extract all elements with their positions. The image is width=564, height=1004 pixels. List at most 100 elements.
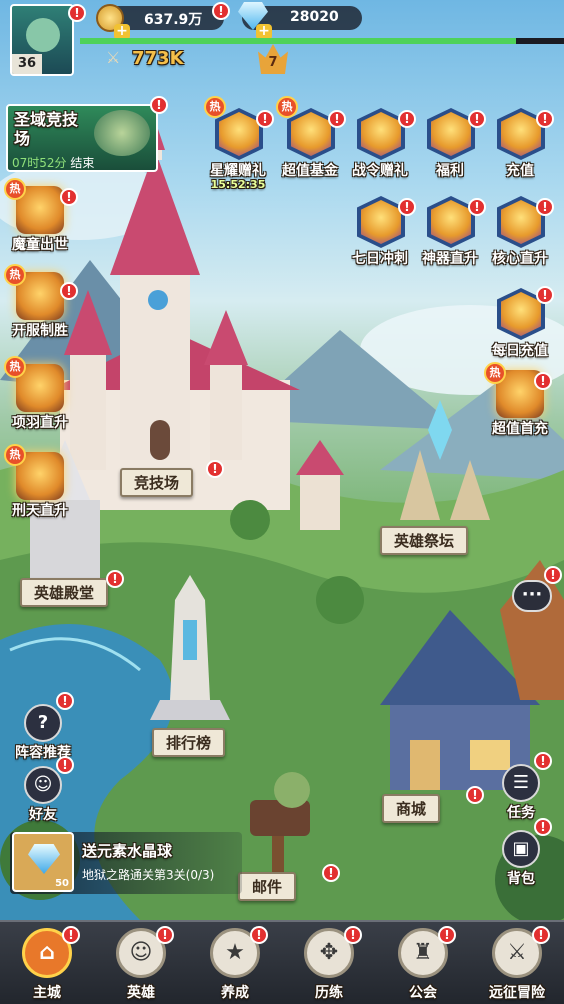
mail-alert-badge: ! [322, 864, 340, 882]
chat-alert-badge: ! [544, 566, 562, 584]
event-xingtian-up[interactable]: 热 刑天直升 [4, 444, 72, 524]
arena-countdown: 07时52分 结束 [12, 154, 94, 171]
alert-badge: ! [60, 188, 78, 206]
event-demon-child[interactable]: 热 ! 魔童出世 [4, 178, 78, 258]
tab-alert-badge: ! [156, 926, 174, 944]
building-arena[interactable]: 竞技场 [120, 468, 194, 497]
event-xiangyu-up[interactable]: 热 项羽直升 [4, 356, 72, 436]
tab-alert-badge: ! [62, 926, 80, 944]
tab-expedition[interactable]: ⚔ ! 远征冒险 [470, 920, 564, 1004]
tasks-button[interactable]: ☰ 任务 [492, 764, 550, 824]
diamond-amount: 28020 [290, 9, 339, 25]
avatar-face [26, 18, 60, 52]
gold-amount: 637.9万 [144, 12, 203, 28]
event-label: 星耀赠礼 [210, 163, 266, 179]
tasks-icon: ☰ [502, 764, 540, 802]
event-label: 神器直升 [422, 251, 478, 267]
quest-item-count: 50 [55, 878, 69, 889]
tab-label: 远征冒险 [489, 985, 545, 1001]
tab-label: 公会 [409, 985, 437, 1001]
hot-tag: 热 [4, 178, 26, 200]
quest-title: 送元素水晶球 [82, 842, 173, 860]
tab-alert-badge: ! [532, 926, 550, 944]
tab-label: 历练 [315, 985, 343, 1001]
building-shop[interactable]: 商城 [382, 794, 441, 823]
event-label: 七日冲刺 [352, 251, 408, 267]
event-label: 每日充值 [492, 343, 548, 359]
bag-label: 背包 [507, 871, 535, 887]
exp-bar [80, 38, 564, 44]
arena-countdown-suffix: 结束 [70, 156, 95, 170]
tab-label: 英雄 [127, 985, 155, 1001]
event-welfare[interactable]: ! 福利 [420, 102, 486, 190]
event-first-recharge[interactable]: 热 ! 超值首充 [484, 362, 552, 442]
event-battle-pass[interactable]: ! 战令赠礼 [350, 102, 416, 190]
event-label: 超值首充 [492, 421, 548, 437]
alert-badge: ! [536, 110, 554, 128]
bag-button[interactable]: ▣ 背包 [492, 830, 550, 890]
arena-countdown-time: 07时52分 [12, 156, 67, 170]
building-hero-hall[interactable]: 英雄殿堂 [20, 578, 109, 607]
event-seven-day[interactable]: ! 七日冲刺 [350, 190, 416, 278]
bag-alert-badge: ! [534, 818, 552, 836]
event-star-gift[interactable]: 热 ! 星耀赠礼 15:52:35 [204, 96, 274, 191]
friends-alert-badge: ! [56, 756, 74, 774]
gold-alert-badge: ! [212, 2, 230, 20]
hot-tag: 热 [4, 444, 26, 466]
tab-alert-badge: ! [344, 926, 362, 944]
event-label: 开服制胜 [12, 323, 68, 339]
chat-icon[interactable]: ··· [512, 580, 552, 612]
arena-event-banner[interactable]: 圣域竞技场 07时52分 结束 [6, 104, 158, 172]
arena-building-alert-badge: ! [206, 460, 224, 478]
arena-event-alert-badge: ! [150, 96, 168, 114]
tab-training[interactable]: ✥ ! 历练 [282, 920, 376, 1004]
hot-tag: 热 [4, 356, 26, 378]
building-mail[interactable]: 邮件 [238, 872, 297, 901]
event-label: 刑天直升 [12, 503, 68, 519]
tab-label: 养成 [221, 985, 249, 1001]
friends-button[interactable]: ☺ 好友 [14, 766, 72, 826]
alert-badge: ! [536, 286, 554, 304]
event-opening-victory[interactable]: 热 ! 开服制胜 [4, 264, 78, 344]
tab-main-city[interactable]: ⌂ ! 主城 [0, 920, 94, 1004]
event-label: 核心直升 [492, 251, 548, 267]
tasks-alert-badge: ! [534, 752, 552, 770]
alert-badge: ! [256, 110, 274, 128]
tab-heroes[interactable]: ☺ ! 英雄 [94, 920, 188, 1004]
bag-icon: ▣ [502, 830, 540, 868]
tab-alert-badge: ! [438, 926, 456, 944]
power-swords-icon: ⚔ [106, 48, 121, 67]
lineup-icon: ? [24, 704, 62, 742]
event-artifact-up[interactable]: ! 神器直升 [420, 190, 486, 278]
event-label: 充值 [506, 163, 534, 179]
event-core-up[interactable]: ! 核心直升 [490, 190, 554, 278]
hot-tag: 热 [484, 362, 506, 384]
avatar[interactable]: 36 [10, 4, 74, 76]
alert-badge: ! [60, 282, 78, 300]
vip-crown-icon[interactable]: 7 [258, 44, 288, 74]
tab-guild[interactable]: ♜ ! 公会 [376, 920, 470, 1004]
alert-badge: ! [536, 198, 554, 216]
tab-alert-badge: ! [250, 926, 268, 944]
exp-bar-fill [80, 38, 516, 44]
event-label: 福利 [436, 163, 464, 179]
lineup-alert-badge: ! [56, 692, 74, 710]
event-timer: 15:52:35 [210, 178, 266, 191]
hero-hall-alert-badge: ! [106, 570, 124, 588]
event-label: 超值基金 [282, 163, 338, 179]
building-ranking[interactable]: 排行榜 [152, 728, 226, 757]
event-daily-recharge[interactable]: ! 每日充值 [490, 282, 554, 370]
building-hero-altar[interactable]: 英雄祭坛 [380, 526, 469, 555]
avatar-alert-badge: ! [68, 4, 86, 22]
friends-icon: ☺ [24, 766, 62, 804]
lineup-recommend-button[interactable]: ? 阵容推荐 [14, 704, 72, 764]
event-recharge[interactable]: ! 充值 [490, 102, 554, 190]
alert-badge: ! [468, 198, 486, 216]
friends-label: 好友 [29, 807, 57, 823]
tab-develop[interactable]: ★ ! 养成 [188, 920, 282, 1004]
alert-badge: ! [468, 110, 486, 128]
top-bar: 36 ! 637.9万 + ! 28020 + ⚔ 773K 7 [0, 0, 564, 80]
event-value-fund[interactable]: 热 ! 超值基金 [276, 96, 346, 190]
quest-panel[interactable]: 50 送元素水晶球 地狱之路通关第3关(0/3) [10, 832, 242, 894]
hot-tag: 热 [204, 96, 226, 118]
